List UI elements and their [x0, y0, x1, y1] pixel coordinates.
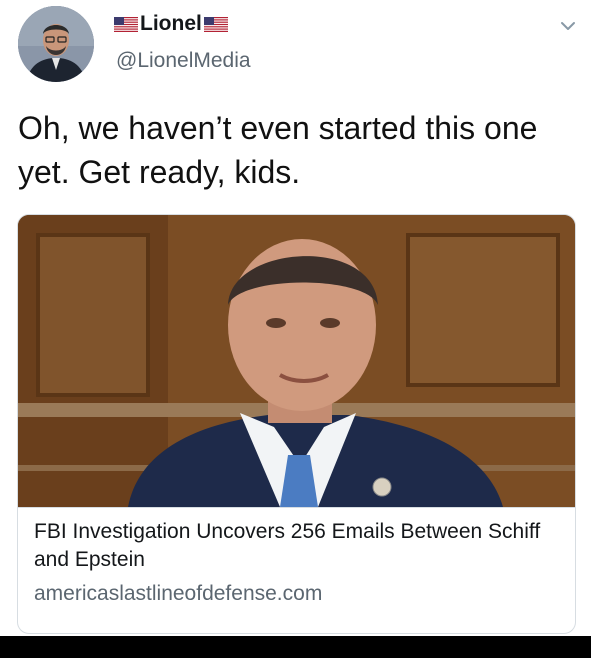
us-flag-icon — [114, 16, 138, 32]
card-domain[interactable]: americaslastlineofdefense.com — [34, 578, 561, 610]
chevron-down-icon[interactable] — [558, 16, 578, 36]
card-title[interactable]: FBI Investigation Uncovers 256 Emails Be… — [34, 518, 561, 574]
bottom-black-bar — [0, 636, 591, 658]
author-display-name[interactable]: Lionel — [140, 10, 202, 38]
card-info[interactable]: FBI Investigation Uncovers 256 Emails Be… — [18, 507, 575, 633]
link-card[interactable]: FBI Investigation Uncovers 256 Emails Be… — [17, 214, 576, 634]
tweet-text: Oh, we haven’t even started this one yet… — [18, 110, 538, 190]
avatar[interactable] — [18, 6, 94, 82]
author-handle[interactable]: @LionelMedia — [116, 48, 251, 74]
avatar-photo — [18, 6, 94, 82]
card-image[interactable] — [18, 215, 576, 507]
us-flag-icon — [203, 16, 228, 32]
author-name-row[interactable]: Lionel — [114, 10, 228, 38]
